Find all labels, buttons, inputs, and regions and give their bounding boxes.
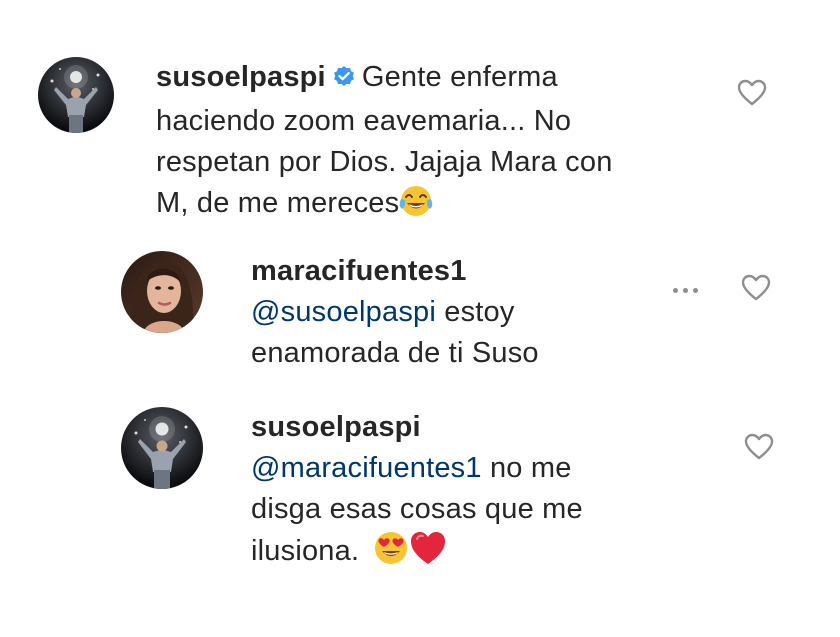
comment-2-mention-link[interactable]: @susoelpaspi: [251, 296, 436, 328]
comment-3-line-1: no me: [481, 452, 572, 484]
avatar-maracifuentes1[interactable]: [121, 251, 203, 333]
comment-3-line-3: ilusiona.: [251, 535, 360, 567]
comment-3-text: susoelpaspi @maracifuentes1 no me disga …: [251, 407, 691, 578]
comment-3-like-heart-icon[interactable]: [744, 433, 774, 465]
face-with-tears-of-joy-emoji: [399, 184, 433, 230]
smiling-face-with-heart-eyes-emoji: [373, 530, 409, 578]
comment-2-like-heart-icon[interactable]: [741, 274, 771, 306]
comment-2-text: maracifuentes1 @susoelpaspi estoy enamor…: [251, 251, 671, 374]
comment-3-line-2: disga esas cosas que me: [251, 493, 583, 525]
comment-2-line-2: enamorada de ti Suso: [251, 337, 539, 369]
verified-badge-icon: [332, 60, 356, 101]
comment-1-line-2: haciendo zoom eavemaria... No: [156, 105, 572, 137]
more-options-icon[interactable]: [673, 288, 698, 293]
avatar-susoelpaspi[interactable]: [121, 407, 203, 489]
comment-1-text: susoelpaspi Gente enferma haciendo zoom e…: [156, 57, 676, 230]
comment-2-line-1: estoy: [436, 296, 515, 328]
avatar-susoelpaspi[interactable]: [38, 57, 114, 133]
comment-2-username[interactable]: maracifuentes1: [251, 255, 467, 287]
comment-1-line-3: respetan por Dios. Jajaja Mara con: [156, 146, 613, 178]
comment-1: susoelpaspi Gente enferma haciendo zoom e…: [38, 57, 676, 230]
comment-1-username[interactable]: susoelpaspi: [156, 61, 326, 93]
comment-3-reply: susoelpaspi @maracifuentes1 no me disga …: [121, 407, 691, 578]
comment-3-username[interactable]: susoelpaspi: [251, 411, 421, 443]
red-heart-emoji: [409, 530, 447, 578]
comment-2-reply: maracifuentes1 @susoelpaspi estoy enamor…: [121, 251, 671, 374]
comment-3-mention-link[interactable]: @maracifuentes1: [251, 452, 482, 484]
comment-1-like-heart-icon[interactable]: [737, 79, 767, 111]
comment-1-line-1: Gente enferma: [361, 61, 558, 93]
comment-1-line-4: M, de me mereces: [156, 187, 400, 219]
